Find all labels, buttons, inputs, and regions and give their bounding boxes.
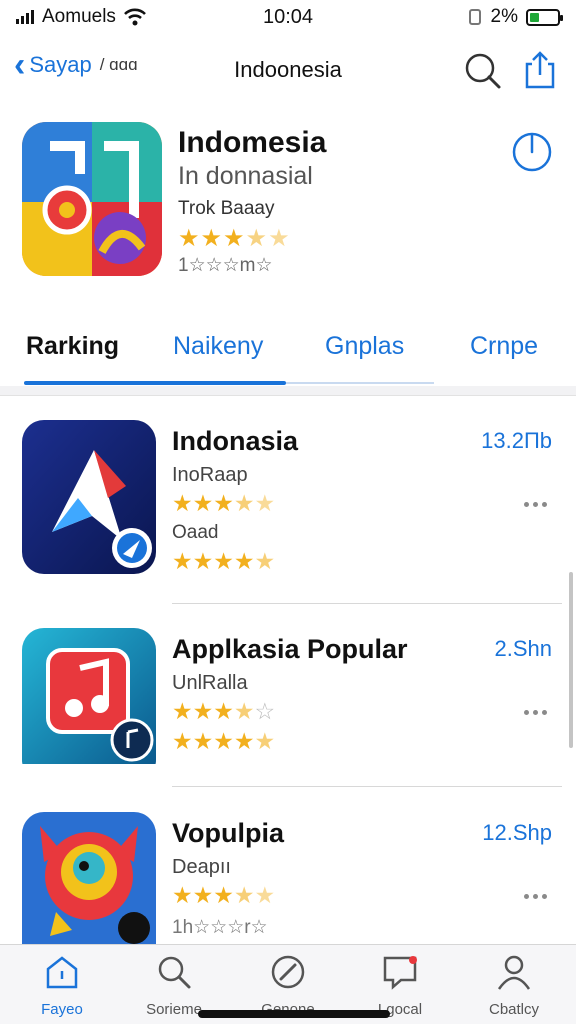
rating-stars: ★★★★★	[178, 225, 291, 252]
blue-arrow-app-icon	[22, 420, 156, 574]
tabbar-item-fayeo[interactable]: Fayeo	[6, 953, 118, 1018]
signal-icon	[16, 10, 34, 24]
power-button[interactable]	[510, 130, 554, 174]
more-options-button[interactable]	[518, 494, 552, 514]
app-subtitle: Deapıı	[172, 856, 231, 878]
row-divider	[172, 786, 562, 787]
rating-stars-secondary: ★★★★★	[172, 728, 276, 754]
status-bar: Aomuels 10:04 2%	[0, 0, 576, 34]
compass-icon	[271, 955, 305, 989]
app-size: 2.Shn	[494, 636, 553, 661]
tab-gnplas[interactable]: Gnplas	[325, 332, 404, 361]
row-divider	[172, 603, 562, 604]
tabbar-label: Cbatlcy	[488, 1001, 540, 1018]
app-name: Vopulpia	[172, 818, 284, 848]
more-options-button[interactable]	[518, 702, 552, 722]
active-tab-indicator	[24, 381, 286, 385]
tabbar-item-sorieme[interactable]: Sorieme	[118, 953, 230, 1018]
battery-icon	[526, 8, 563, 26]
more-options-button[interactable]	[518, 886, 552, 906]
tabbar-label: Sorieme	[146, 1001, 202, 1018]
indonesia-app-icon[interactable]	[22, 122, 162, 276]
list-item[interactable]: Indonasia InoRaap ★★★★★ Oaad ★★★★★ 13.2П…	[0, 420, 576, 598]
home-icon	[46, 956, 78, 989]
rating-stars: ★★★★★	[172, 490, 276, 516]
app-subtitle: In donnasial	[178, 162, 313, 190]
profile-icon	[497, 955, 531, 990]
tab-track	[286, 382, 434, 384]
rating-count: 1☆☆☆m☆	[178, 255, 273, 276]
carrier-label: Aomuels	[42, 6, 116, 27]
segment-tabs: Rarking Naikeny Gnplas Crnpe	[0, 318, 576, 388]
rating-stars-secondary: ★★★★★	[172, 548, 276, 574]
tabbar-item-cbatlcy[interactable]: Cbatlcy	[458, 953, 570, 1018]
section-divider	[0, 386, 576, 396]
power-icon	[512, 132, 552, 172]
tabbar-label: Fayeo	[41, 1001, 83, 1018]
app-name: Applkasia Popular	[172, 634, 408, 664]
music-app-icon	[22, 628, 156, 782]
app-developer: Trok Baaay	[178, 198, 275, 219]
search-button[interactable]	[460, 48, 504, 92]
back-chevron-icon: ‹	[14, 46, 26, 84]
back-button[interactable]: ‹ Sayap / ɑɑɑ	[14, 48, 138, 82]
app-category: Oaad	[172, 522, 219, 543]
tab-naikeny[interactable]: Naikeny	[173, 332, 263, 361]
share-icon	[525, 51, 555, 89]
home-indicator	[198, 1010, 390, 1018]
app-subtitle: UnlRalla	[172, 672, 248, 694]
chat-icon	[383, 956, 417, 990]
featured-app-header: Indomesia In donnasial Trok Baaay ★★★★★ …	[0, 108, 576, 298]
scrollbar[interactable]	[569, 572, 573, 748]
tabbar-item-lgocal[interactable]: Lgocal	[344, 953, 456, 1018]
search-magnifier-icon	[158, 956, 191, 989]
search-icon	[465, 53, 501, 89]
battery-percent: 2%	[490, 6, 518, 27]
app-size: 13.2Пb	[481, 428, 552, 453]
app-subtitle: InoRaap	[172, 464, 248, 486]
back-sublabel: / ɑɑɑ	[99, 55, 138, 74]
rating-stars: ★★★★★	[172, 882, 276, 908]
rotation-lock-icon	[468, 9, 481, 25]
back-label: Sayap	[29, 52, 92, 77]
rating-count: 1h☆☆☆r☆	[172, 917, 268, 938]
tab-ranking[interactable]: Rarking	[26, 332, 119, 361]
app-title: Indomesia	[178, 126, 327, 159]
wifi-icon	[123, 8, 146, 26]
app-size: 12.Shp	[482, 820, 552, 845]
share-button[interactable]	[518, 48, 562, 92]
tabbar-item-genone[interactable]: Genone	[232, 953, 344, 1018]
list-item[interactable]: Applkasia Popular UnlRalla ★★★★☆ ★★★★★ 2…	[0, 628, 576, 806]
nav-bar: ‹ Sayap / ɑɑɑ Indoonesia	[0, 40, 576, 100]
robot-game-app-icon	[22, 812, 156, 944]
tab-crnpe[interactable]: Crnpe	[470, 332, 538, 361]
app-name: Indonasia	[172, 426, 299, 456]
rating-stars: ★★★★☆	[172, 698, 276, 724]
